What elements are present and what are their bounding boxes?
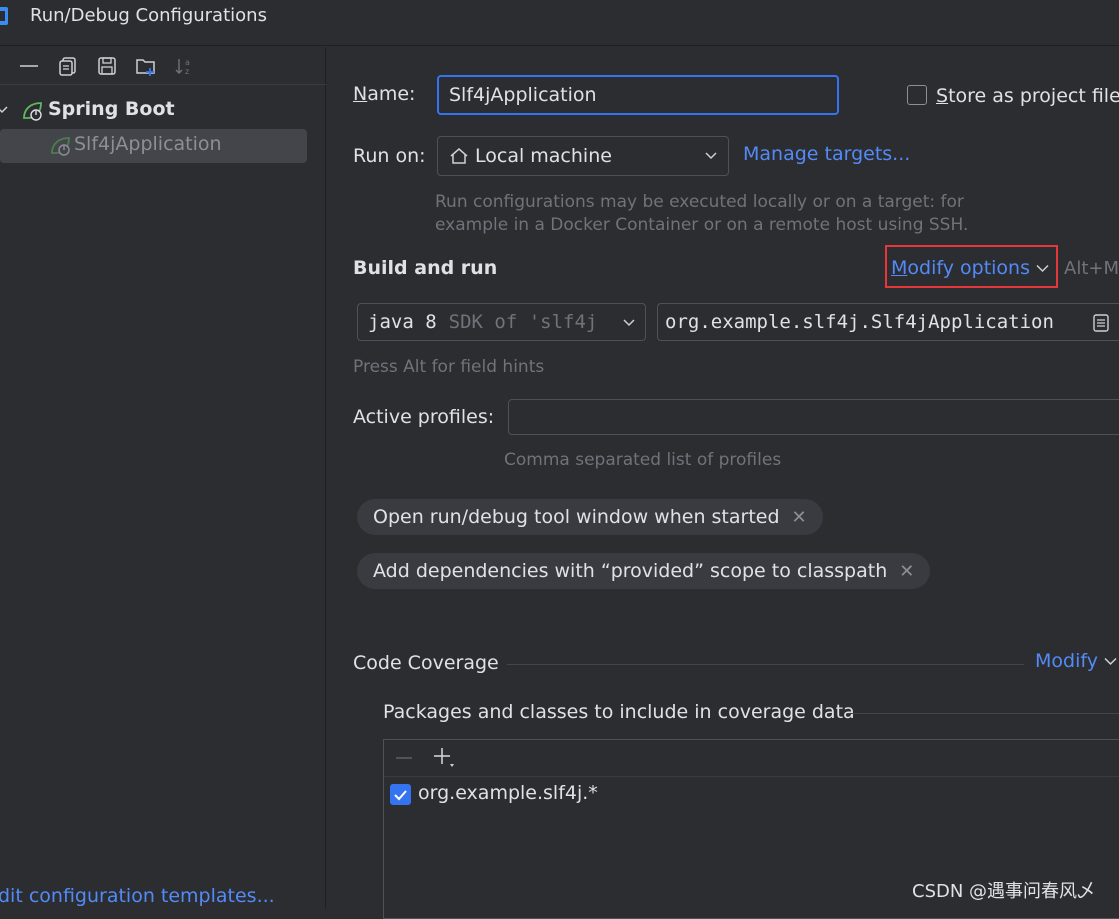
store-label-rest: tore as project file [948, 85, 1119, 107]
packages-separator [847, 713, 1119, 714]
tree-item-label: Slf4jApplication [74, 133, 222, 155]
run-on-dropdown[interactable]: Local machine [437, 136, 729, 176]
configurations-sidebar: a z Spring Boot Slf4jApplication dit con… [0, 47, 326, 909]
build-and-run-title: Build and run [353, 257, 498, 279]
copy-icon[interactable] [57, 55, 79, 77]
code-coverage-title: Code Coverage [353, 652, 499, 674]
tree-group-label: Spring Boot [48, 98, 175, 120]
close-icon[interactable]: ✕ [899, 561, 914, 582]
modify-options-mnemonic: M [891, 257, 908, 279]
app-logo-icon [0, 7, 8, 25]
check-icon [394, 789, 407, 800]
name-label-mnemonic: N [353, 83, 368, 105]
option-chip-label: Add dependencies with “provided” scope t… [373, 560, 888, 582]
coverage-entry-checkbox[interactable] [390, 784, 411, 805]
active-profiles-hint: Comma separated list of profiles [504, 450, 782, 470]
close-icon[interactable]: ✕ [792, 507, 807, 528]
store-label-mnemonic: S [936, 85, 949, 107]
modify-options-shortcut: Alt+M [1064, 258, 1119, 279]
run-on-hint-line1: Run configurations may be executed local… [435, 192, 964, 212]
modify-options-rest: odify options [907, 257, 1030, 279]
chevron-down-icon[interactable] [0, 104, 8, 116]
new-folder-icon[interactable] [135, 55, 157, 77]
title-bar: Run/Debug Configurations [0, 0, 1119, 46]
modify-options-link[interactable]: Modify options [891, 257, 1030, 279]
active-profiles-input[interactable] [508, 399, 1119, 435]
chevron-down-icon [705, 152, 717, 160]
main-class-value: org.example.slf4j.Slf4jApplication [665, 311, 1054, 333]
coverage-separator [507, 664, 1024, 665]
main-class-field[interactable]: org.example.slf4j.Slf4jApplication [657, 303, 1119, 341]
spring-boot-run-icon [51, 137, 70, 156]
name-label-rest: ame: [367, 83, 416, 105]
run-on-hint-line2: example in a Docker Container or on a re… [435, 215, 969, 235]
coverage-packages-title: Packages and classes to include in cover… [383, 701, 855, 723]
edit-templates-link[interactable]: dit configuration templates... [0, 885, 275, 907]
sidebar-toolbar: a z [0, 47, 326, 85]
save-icon[interactable] [96, 55, 118, 77]
run-on-value: Local machine [475, 145, 612, 167]
store-as-project-file-checkbox[interactable] [907, 85, 927, 105]
svg-text:z: z [185, 67, 189, 76]
window-title: Run/Debug Configurations [30, 5, 267, 26]
configuration-form: Name: Store as project file Run on: Loca… [327, 47, 1119, 919]
store-as-project-file-label[interactable]: Store as project file [936, 85, 1119, 107]
sort-icon[interactable]: a z [174, 55, 196, 77]
run-on-label: Run on: [353, 145, 426, 167]
modify-options-chevron-icon[interactable] [1036, 264, 1049, 273]
jdk-suffix: SDK of 'slf4j [448, 311, 598, 333]
add-icon[interactable] [432, 746, 456, 770]
coverage-table-toolbar [384, 740, 1119, 777]
jdk-dropdown[interactable]: java 8 SDK of 'slf4j [357, 303, 646, 341]
option-chip[interactable]: Add dependencies with “provided” scope t… [357, 553, 931, 589]
watermark: CSDN @遇事问春风乄 [912, 881, 1096, 902]
tree-item-slf4japplication[interactable]: Slf4jApplication [0, 129, 307, 163]
chevron-down-icon[interactable] [1104, 657, 1117, 666]
active-profiles-label: Active profiles: [353, 406, 495, 428]
browse-class-icon[interactable] [1092, 313, 1110, 333]
option-chip-label: Open run/debug tool window when started [373, 506, 780, 528]
manage-targets-link[interactable]: Manage targets... [743, 143, 910, 165]
spring-boot-icon [23, 102, 42, 121]
remove-icon[interactable] [18, 55, 40, 77]
coverage-modify-link[interactable]: Modify [1035, 650, 1098, 672]
field-hints-text: Press Alt for field hints [353, 357, 545, 377]
name-label: Name: [353, 83, 415, 105]
svg-text:a: a [185, 58, 190, 67]
chevron-down-icon [623, 319, 635, 327]
name-input[interactable] [437, 75, 839, 115]
home-icon [450, 148, 468, 164]
coverage-entry-pattern: org.example.slf4j.* [418, 782, 598, 804]
remove-icon[interactable] [394, 748, 414, 768]
option-chip[interactable]: Open run/debug tool window when started … [357, 499, 823, 535]
jdk-value: java 8 [368, 311, 437, 333]
